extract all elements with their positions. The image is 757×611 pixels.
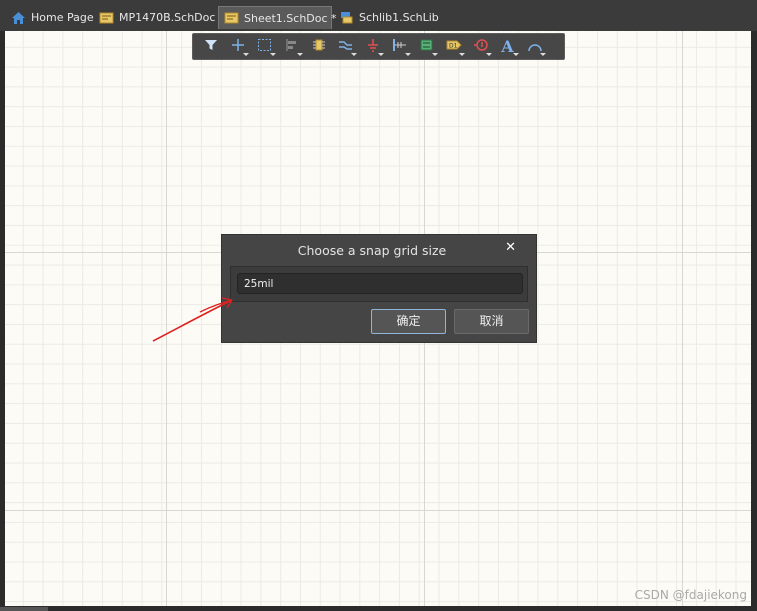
dropdown-arrow-icon bbox=[270, 53, 276, 56]
tab-schlib1-schlib[interactable]: Schlib1.SchLib bbox=[334, 6, 444, 29]
bottom-status-strip bbox=[0, 607, 757, 611]
cancel-button[interactable]: 取消 bbox=[454, 309, 529, 334]
schdoc-icon bbox=[99, 11, 114, 25]
dropdown-arrow-icon bbox=[243, 53, 249, 56]
ok-button[interactable]: 确定 bbox=[371, 309, 446, 334]
filter-tool[interactable] bbox=[197, 34, 224, 59]
tab-label: MP1470B.SchDoc * bbox=[119, 11, 225, 24]
text-tool[interactable]: A bbox=[494, 34, 521, 59]
tab-label: Schlib1.SchLib bbox=[359, 11, 439, 24]
active-bar-toolbar: D1 A bbox=[192, 33, 565, 60]
directive-tool[interactable] bbox=[467, 34, 494, 59]
dropdown-arrow-icon bbox=[513, 53, 519, 56]
home-icon bbox=[11, 11, 26, 25]
dropdown-arrow-icon bbox=[378, 53, 384, 56]
dropdown-arrow-icon bbox=[432, 53, 438, 56]
arc-tool[interactable] bbox=[521, 34, 548, 59]
move-tool[interactable] bbox=[224, 34, 251, 59]
select-tool[interactable] bbox=[251, 34, 278, 59]
schdoc-icon bbox=[224, 11, 239, 25]
text-icon: A bbox=[501, 37, 514, 56]
dialog-title: Choose a snap grid size bbox=[297, 243, 447, 258]
tab-home-page[interactable]: Home Page bbox=[6, 6, 99, 29]
port-tool[interactable]: D1 bbox=[440, 34, 467, 59]
dropdown-arrow-icon bbox=[486, 53, 492, 56]
dropdown-arrow-icon bbox=[405, 53, 411, 56]
snap-grid-size-input[interactable]: 25mil bbox=[237, 273, 523, 294]
snap-grid-dialog: Choose a snap grid size ✕ 25mil 确定 取消 bbox=[221, 234, 537, 343]
watermark: CSDN @fdajiekong bbox=[634, 588, 747, 602]
dropdown-arrow-icon bbox=[540, 53, 546, 56]
sheet-symbol-tool[interactable] bbox=[413, 34, 440, 59]
tab-label: Sheet1.SchDoc * bbox=[244, 11, 337, 25]
wire-tool[interactable] bbox=[332, 34, 359, 59]
bus-entry-tool[interactable] bbox=[386, 34, 413, 59]
dropdown-arrow-icon bbox=[459, 53, 465, 56]
close-icon[interactable]: ✕ bbox=[505, 240, 516, 255]
part-icon bbox=[312, 37, 326, 56]
schlib-icon bbox=[339, 11, 354, 25]
tab-sheet1-schdoc[interactable]: Sheet1.SchDoc * bbox=[218, 6, 337, 29]
tab-mp1470b-schdoc[interactable]: MP1470B.SchDoc * bbox=[94, 6, 229, 29]
dropdown-arrow-icon bbox=[297, 53, 303, 56]
power-port-tool[interactable] bbox=[359, 34, 386, 59]
svg-text:D1: D1 bbox=[449, 43, 458, 50]
dialog-input-panel: 25mil bbox=[230, 266, 528, 302]
place-part-tool[interactable] bbox=[305, 34, 332, 59]
filter-icon bbox=[204, 37, 218, 56]
dropdown-arrow-icon bbox=[351, 53, 357, 56]
document-tab-bar: Home Page MP1470B.SchDoc * Sheet1.SchDoc… bbox=[0, 0, 757, 31]
bottom-tab-stub bbox=[0, 607, 48, 611]
align-tool[interactable] bbox=[278, 34, 305, 59]
tab-label: Home Page bbox=[31, 11, 94, 24]
